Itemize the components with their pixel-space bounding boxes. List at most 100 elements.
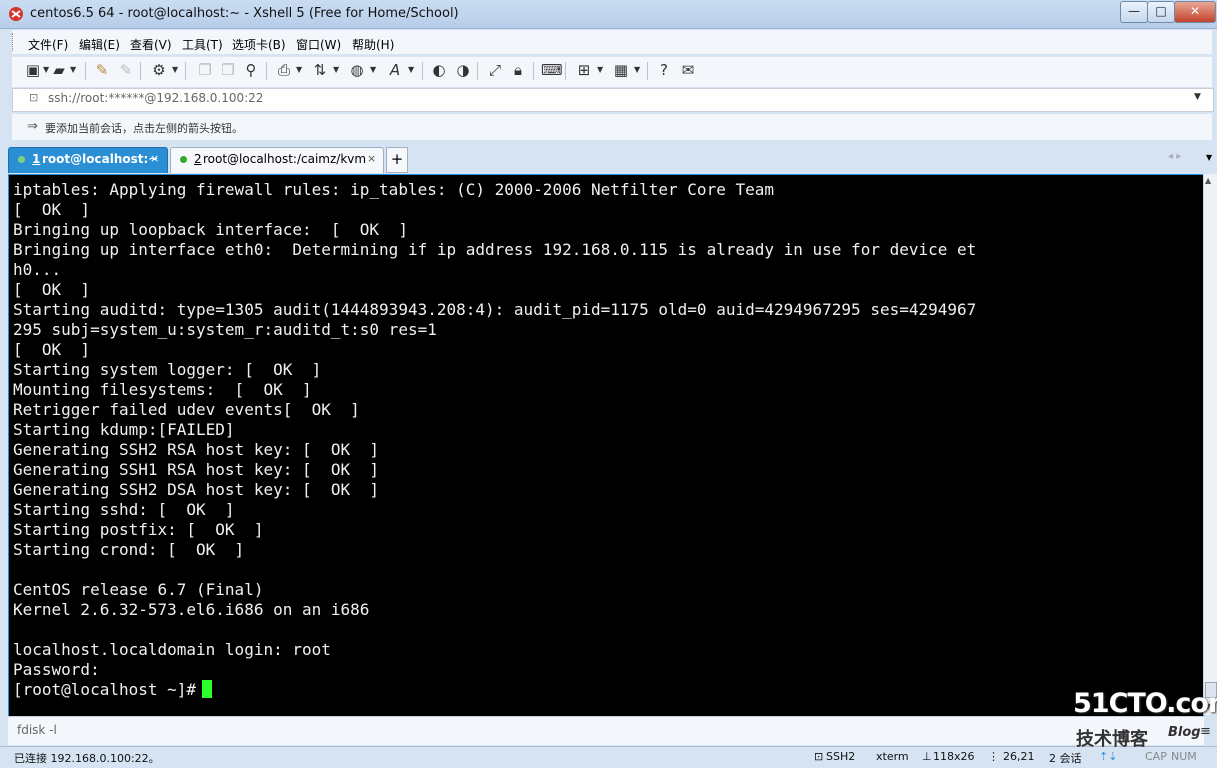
layout-icon[interactable]: ▦ <box>612 61 630 79</box>
close-tab-icon[interactable]: × <box>150 152 159 165</box>
tab-label: root@localhost:~ <box>42 152 159 166</box>
close-button[interactable]: ✕ <box>1174 1 1216 23</box>
globe-icon[interactable]: ◍ <box>348 61 366 79</box>
terminal-line: Kernel 2.6.32-573.el6.i686 on an i686 <box>13 600 370 619</box>
find-icon[interactable]: ⚲ <box>242 61 260 79</box>
menu-edit[interactable]: 编辑(E) <box>79 36 120 53</box>
disconnect-icon[interactable]: ✎ <box>117 61 135 79</box>
tab-label: root@localhost:/caimz/kvm <box>203 152 367 166</box>
terminal-line: 295 subj=system_u:system_r:auditd_t:s0 r… <box>13 320 437 339</box>
terminal-line: [ OK ] <box>13 200 91 219</box>
menu-icon[interactable]: ≡ <box>1200 724 1211 739</box>
terminal-line: Starting sshd: [ OK ] <box>13 500 235 519</box>
toolbar-divider <box>140 62 141 80</box>
menu-grip <box>12 33 15 51</box>
chevron-down-icon[interactable]: ▼ <box>597 65 603 74</box>
watermark-subtitle: 技术博客 <box>1076 729 1148 750</box>
terminal-line: Retrigger failed udev events[ OK ] <box>13 400 360 419</box>
session-status-icon <box>18 156 25 163</box>
tab-number: 2 <box>194 152 202 166</box>
terminal-output: iptables: Applying firewall rules: ip_ta… <box>13 180 976 700</box>
menu-tabs[interactable]: 选项卡(B) <box>232 36 286 53</box>
new-session-icon[interactable]: ▣ <box>24 61 42 79</box>
properties-icon[interactable]: ⚙ <box>150 61 168 79</box>
terminal-line: Starting kdump:[FAILED] <box>13 420 235 439</box>
tab-scroll-icon[interactable]: ◂ ▸ <box>1168 151 1181 162</box>
close-tab-icon[interactable]: × <box>367 152 376 165</box>
terminal-prompt-line: [root@localhost ~]# <box>13 680 976 700</box>
terminal-line: Bringing up loopback interface: [ OK ] <box>13 220 408 239</box>
chevron-down-icon[interactable]: ▼ <box>43 65 49 74</box>
arrow-button-icon[interactable]: ⇒ <box>27 119 38 134</box>
paste-icon[interactable]: ❐ <box>219 61 237 79</box>
size-icon: ⊥ <box>922 750 932 763</box>
window-title: centos6.5 64 - root@localhost:~ - Xshell… <box>30 6 459 21</box>
terminal-line: Bringing up interface eth0: Determining … <box>13 240 977 259</box>
terminal-type-status: xterm <box>876 750 909 763</box>
num-status: NUM <box>1171 750 1197 763</box>
menu-tools[interactable]: 工具(T) <box>182 36 223 53</box>
add-tab-icon[interactable]: ⊞ <box>575 61 593 79</box>
xshell-logo-icon <box>9 7 23 21</box>
menu-window[interactable]: 窗口(W) <box>296 36 341 53</box>
terminal-line: Generating SSH2 DSA host key: [ OK ] <box>13 480 380 499</box>
compose-bar[interactable] <box>8 716 1204 745</box>
vertical-scrollbar[interactable] <box>1203 174 1217 715</box>
xmanager-icon[interactable]: ◑ <box>454 61 472 79</box>
caps-status: CAP <box>1145 750 1167 763</box>
print-icon[interactable]: ⎙ <box>275 61 293 79</box>
chevron-down-icon[interactable]: ▼ <box>1194 92 1201 102</box>
chevron-down-icon[interactable]: ▼ <box>408 65 414 74</box>
terminal-line: Starting postfix: [ OK ] <box>13 520 264 539</box>
toolbar-divider <box>85 62 86 80</box>
terminal-line: h0... <box>13 260 62 279</box>
chat-icon[interactable]: ✉ <box>679 61 697 79</box>
chevron-down-icon[interactable]: ▼ <box>70 65 76 74</box>
address-input[interactable]: ssh://root:******@192.168.0.100:22 <box>48 91 263 105</box>
terminal-line: Password: <box>13 660 100 679</box>
toolbar-divider <box>477 62 478 80</box>
terminal-line: Starting auditd: type=1305 audit(1444893… <box>13 300 977 319</box>
copy-icon[interactable]: ❐ <box>196 61 214 79</box>
new-tab-button[interactable]: + <box>386 147 408 173</box>
chevron-down-icon[interactable]: ▼ <box>296 65 302 74</box>
chevron-down-icon[interactable]: ▼ <box>1206 153 1212 162</box>
transfer-icon[interactable]: ⇅ <box>311 61 329 79</box>
session-hint-text: 要添加当前会话，点击左侧的箭头按钮。 <box>45 122 243 135</box>
minimize-button[interactable]: — <box>1120 1 1148 23</box>
xftp-icon[interactable]: ◐ <box>430 61 448 79</box>
open-folder-icon[interactable]: ▰ <box>50 61 68 79</box>
toolbar-divider <box>647 62 648 80</box>
chevron-down-icon[interactable]: ▼ <box>172 65 178 74</box>
watermark-blog: Blog <box>1168 725 1201 740</box>
toolbar-divider <box>565 62 566 80</box>
fullscreen-icon[interactable]: ⤢ <box>486 61 504 79</box>
terminal-size-status: 118x26 <box>933 750 975 763</box>
cursor-position-status: 26,21 <box>1003 750 1035 763</box>
upload-download-icon: ⇡⇣ <box>1099 750 1118 763</box>
connection-status: 已连接 192.168.0.100:22。 <box>14 752 160 765</box>
toolbar-divider <box>422 62 423 80</box>
compose-input[interactable]: fdisk -l <box>17 723 57 737</box>
watermark-site: 51CTO.com <box>1073 688 1217 719</box>
chevron-down-icon[interactable]: ▼ <box>370 65 376 74</box>
session-count-status: 2 会话 <box>1049 752 1082 765</box>
chevron-down-icon[interactable]: ▼ <box>634 65 640 74</box>
chevron-down-icon[interactable]: ▼ <box>333 65 339 74</box>
lock-icon[interactable]: 🔒︎ <box>509 61 527 79</box>
terminal-line: Generating SSH1 RSA host key: [ OK ] <box>13 460 380 479</box>
terminal-line: Mounting filesystems: [ OK ] <box>13 380 312 399</box>
keyboard-icon[interactable]: ⌨ <box>541 61 563 79</box>
menu-help[interactable]: 帮助(H) <box>352 36 394 53</box>
cursor-icon: ⋮ <box>988 750 999 763</box>
menu-file[interactable]: 文件(F) <box>28 36 68 53</box>
reconnect-icon[interactable]: ✎ <box>93 61 111 79</box>
scroll-up-icon[interactable]: ▲ <box>1205 176 1211 185</box>
menu-view[interactable]: 查看(V) <box>130 36 172 53</box>
font-icon[interactable]: A <box>386 61 404 79</box>
help-icon[interactable]: ? <box>655 61 673 79</box>
protocol-status: SSH2 <box>826 750 856 763</box>
maximize-button[interactable]: □ <box>1147 1 1175 23</box>
